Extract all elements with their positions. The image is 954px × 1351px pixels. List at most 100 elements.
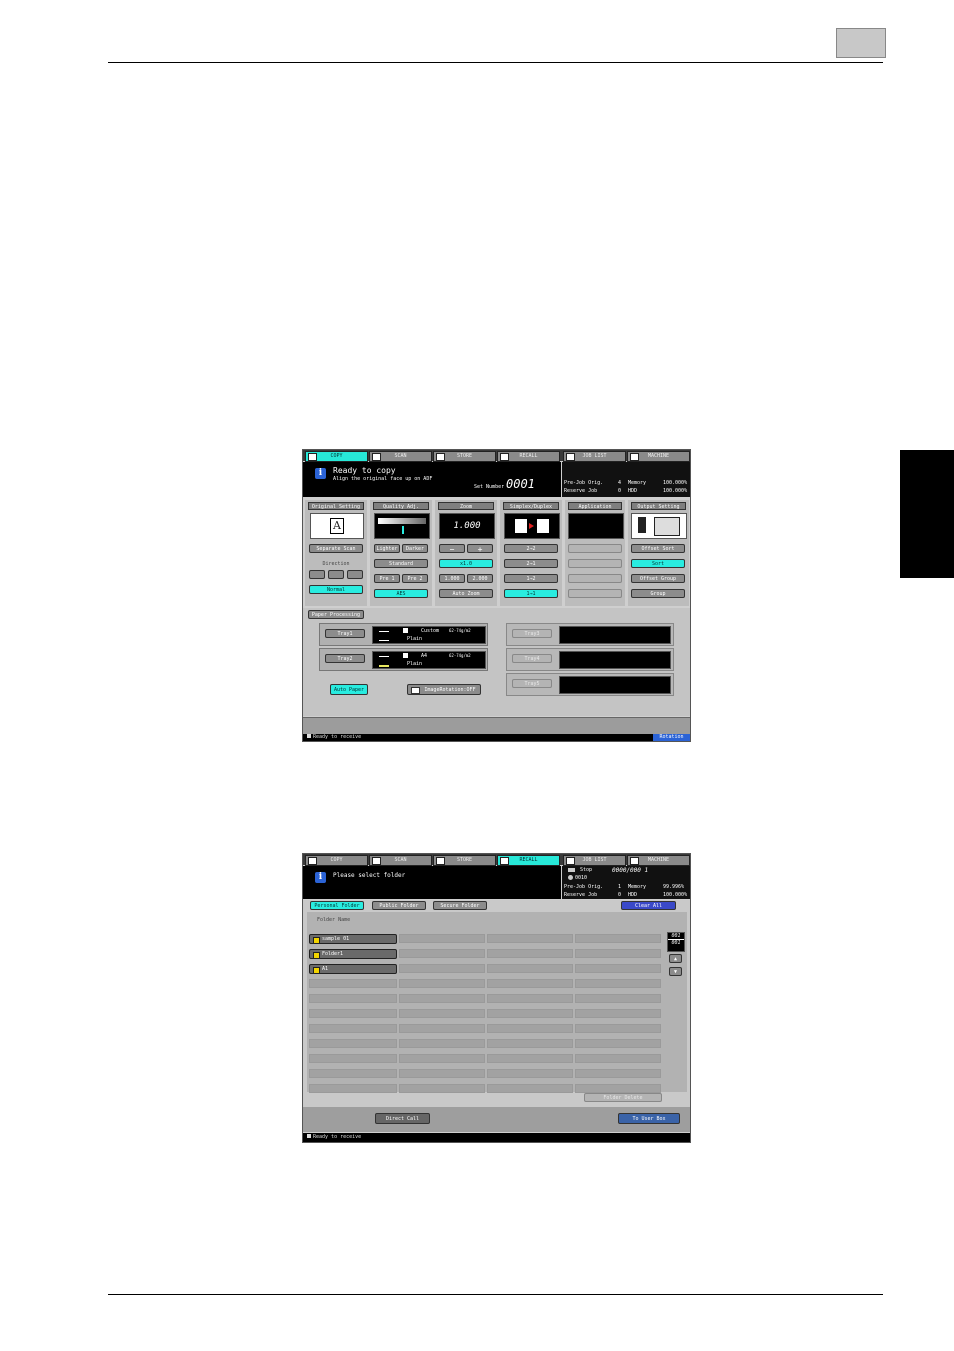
direction-down-button[interactable] xyxy=(347,570,363,579)
darker-button[interactable]: Darker xyxy=(402,544,428,553)
tab-recall[interactable]: RECALL xyxy=(497,451,560,462)
duplex-2-1-button[interactable]: 2→1 xyxy=(504,559,558,568)
tab-copy[interactable]: COPY xyxy=(305,451,368,462)
tab-secure-folder[interactable]: Secure Folder xyxy=(433,901,487,910)
auto-zoom-button[interactable]: Auto Zoom xyxy=(439,589,493,598)
auto-paper-button[interactable]: Auto Paper xyxy=(330,684,368,695)
tray1-weight: 62-74g/m2 xyxy=(449,628,471,633)
page-indicator: 001 001 xyxy=(667,932,685,952)
duplex-1-1-button[interactable]: 1→1 xyxy=(504,589,558,598)
separate-scan-button[interactable]: Separate Scan xyxy=(309,544,363,553)
tab-scan[interactable]: SCAN xyxy=(369,451,432,462)
normal-button[interactable]: Normal xyxy=(309,585,363,594)
empty-folder-slot xyxy=(487,934,573,943)
page-up-button[interactable]: ▲ xyxy=(669,954,682,963)
folder-lock-icon xyxy=(313,937,320,944)
staple-icon xyxy=(638,517,646,533)
folder-button[interactable]: sample 01 xyxy=(309,934,397,944)
page-down-button[interactable]: ▼ xyxy=(669,967,682,976)
tray2-button[interactable]: Tray2 xyxy=(325,654,365,663)
duplex-1-2-button[interactable]: 1→2 xyxy=(504,574,558,583)
stat-label: Reserve Job xyxy=(564,892,598,898)
lighter-button[interactable]: Lighter xyxy=(374,544,400,553)
tab-store-label: STORE xyxy=(456,453,473,459)
tab-copy[interactable]: COPY xyxy=(305,855,368,866)
clear-all-button[interactable]: Clear All xyxy=(621,901,676,910)
tab-recall[interactable]: RECALL xyxy=(497,855,560,866)
message-title: Ready to copy xyxy=(333,466,396,475)
zoom-plus-button[interactable]: + xyxy=(467,544,493,554)
zoom-preset-a-button[interactable]: 1.000 xyxy=(439,574,465,583)
folder-button[interactable]: A1 xyxy=(309,964,397,974)
empty-folder-slot xyxy=(399,1009,485,1018)
paper-icon xyxy=(403,628,408,633)
stat-value: 0 xyxy=(618,488,622,494)
tab-job-list[interactable]: JOB LIST xyxy=(563,451,626,462)
quality-adj-header[interactable]: Quality Adj. xyxy=(373,502,429,510)
rotation-icon xyxy=(411,687,420,694)
tab-personal-folder[interactable]: Personal Folder xyxy=(310,901,364,910)
zoom-preset-b-button[interactable]: 2.000 xyxy=(467,574,493,583)
tab-store[interactable]: STORE xyxy=(433,451,496,462)
application-group: Application xyxy=(565,500,625,606)
sort-button[interactable]: Sort xyxy=(631,559,685,568)
tab-job-list[interactable]: JOB LIST xyxy=(563,855,626,866)
copy-screen: COPY SCAN STORE RECALL JOB LIST MACHINE … xyxy=(302,449,691,742)
tray1-row[interactable]: Tray1 Custom 62-74g/m2 Plain xyxy=(319,623,488,646)
empty-folder-slot xyxy=(399,1084,485,1093)
folder-name: sample 01 xyxy=(322,936,350,942)
tab-scan[interactable]: SCAN xyxy=(369,855,432,866)
pre2-button[interactable]: Pre 2 xyxy=(402,574,428,583)
standard-button[interactable]: Standard xyxy=(374,559,428,568)
group-button[interactable]: Group xyxy=(631,589,685,598)
folder-button[interactable]: Folder1 xyxy=(309,949,397,959)
tray4-button: Tray4 xyxy=(512,654,552,663)
duplex-2-2-button[interactable]: 2→2 xyxy=(504,544,558,553)
paper-processing-header[interactable]: Paper Processing xyxy=(308,610,364,619)
store-icon xyxy=(436,857,445,865)
arrow-down-icon: ▼ xyxy=(673,969,677,975)
empty-folder-slot xyxy=(399,964,485,973)
page-total: 001 xyxy=(668,939,684,946)
tab-public-folder[interactable]: Public Folder xyxy=(372,901,426,910)
chapter-side-tab xyxy=(900,450,954,578)
tray1-button[interactable]: Tray1 xyxy=(325,629,365,638)
original-setting-header[interactable]: Original Setting xyxy=(308,502,364,510)
copy-icon xyxy=(308,857,317,865)
zoom-x1-button[interactable]: x1.0 xyxy=(439,559,493,568)
tab-store-label: STORE xyxy=(456,857,473,863)
application-slot xyxy=(568,544,622,553)
direct-call-button[interactable]: Direct Call xyxy=(375,1113,430,1124)
output-setting-header[interactable]: Output Setting xyxy=(631,502,686,510)
pre1-button[interactable]: Pre 1 xyxy=(374,574,400,583)
tab-job-list-label: JOB LIST xyxy=(582,857,607,863)
empty-folder-slot xyxy=(399,1054,485,1063)
empty-folder-slot xyxy=(487,994,573,1003)
application-header[interactable]: Application xyxy=(568,502,622,510)
aes-button[interactable]: AES xyxy=(374,589,428,598)
direction-up-button[interactable] xyxy=(328,570,344,579)
stat-value: 99.996% xyxy=(663,884,685,890)
direction-left-button[interactable] xyxy=(309,570,325,579)
zoom-header[interactable]: Zoom xyxy=(438,502,494,510)
zoom-minus-button[interactable]: − xyxy=(439,544,465,554)
to-user-box-button[interactable]: To User Box xyxy=(618,1113,680,1124)
paper-icon xyxy=(403,653,408,658)
message-area: i Ready to copy Align the original face … xyxy=(303,462,561,497)
stat-value: 0 xyxy=(618,892,622,898)
tray2-row[interactable]: Tray2 A4 62-74g/m2 Plain xyxy=(319,648,488,671)
offset-sort-button[interactable]: Offset Sort xyxy=(631,544,685,553)
tray5-row: Tray5 xyxy=(506,673,674,696)
tab-copy-label: COPY xyxy=(330,857,343,863)
tab-machine[interactable]: MACHINE xyxy=(627,855,690,866)
tab-store[interactable]: STORE xyxy=(433,855,496,866)
simplex-duplex-header[interactable]: Simplex/Duplex xyxy=(503,502,559,510)
image-rotation-button[interactable]: ImageRotation:OFF xyxy=(407,684,481,695)
image-rotation-label: ImageRotation:OFF xyxy=(424,687,476,693)
offset-group-button[interactable]: Offset Group xyxy=(631,574,685,583)
tray2-info: A4 62-74g/m2 Plain xyxy=(372,651,486,669)
tab-machine[interactable]: MACHINE xyxy=(627,451,690,462)
empty-folder-slot xyxy=(575,994,661,1003)
empty-folder-slot xyxy=(575,1039,661,1048)
tab-machine-label: MACHINE xyxy=(647,857,670,863)
